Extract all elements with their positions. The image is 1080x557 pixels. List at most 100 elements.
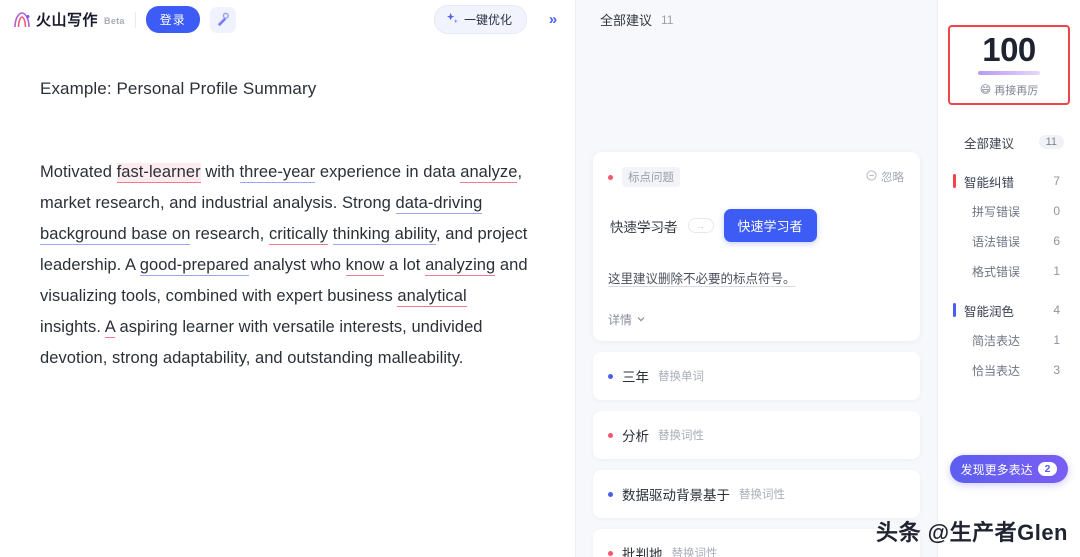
arrow-right-icon: → (687, 218, 714, 233)
document-paragraph[interactable]: Motivated fast-learner with three-year e… (40, 157, 531, 374)
suggestion-item-word: 三年 (622, 370, 649, 385)
sparkle-icon (446, 12, 459, 28)
suggestion-list-item[interactable]: 数据驱动背景基于 替换词性 (593, 470, 920, 518)
brand-name: 火山写作 (36, 12, 99, 29)
collapse-panel-icon[interactable]: » (541, 8, 565, 32)
chevron-down-icon (636, 313, 646, 327)
score-progress-bar (978, 70, 1040, 75)
sidebar-item-count: 0 (1053, 204, 1060, 218)
toolbar-divider (134, 11, 136, 28)
sidebar-item-count: 3 (1053, 363, 1060, 377)
volcano-logo-icon (12, 11, 32, 29)
suggestion-list-item[interactable]: 分析 替换词性 (593, 411, 920, 459)
suggestion-items-container: 三年 替换单词 分析 替换词性 数据驱动背景基于 替换词性 批判地 替换词性 (593, 352, 920, 557)
flagged-text-span[interactable]: analytical (397, 287, 467, 307)
flagged-text-span[interactable]: thinking ability (332, 225, 436, 245)
optimize-label: 一键优化 (463, 13, 512, 27)
severity-dot-icon (608, 432, 613, 438)
discover-badge: 2 (1037, 462, 1058, 476)
sidebar-item-恰当表达[interactable]: 恰当表达 3 (938, 355, 1080, 385)
right-sidebar: 100 😄 再接再厉 全部建议 11 智能纠错 7 拼写错误 0 语法错误 6 格式错误 1 智能润… (938, 0, 1080, 557)
score-card: 100 😄 再接再厉 (948, 25, 1070, 105)
beta-tag: Beta (104, 16, 125, 26)
nav-group-gap (938, 157, 1080, 166)
suggestion-list-item[interactable]: 批判地 替换词性 (593, 529, 920, 557)
sidebar-item-label: 格式错误 (972, 264, 1021, 279)
plain-text-span: experience in data (315, 163, 461, 181)
sidebar-item-全部建议[interactable]: 全部建议 11 (938, 127, 1080, 157)
document-body[interactable]: Example: Personal Profile Summary Motiva… (0, 39, 575, 557)
suggestions-pane: 全部建议 11 标点问题 忽略 快速学习者 → 快速学习者 这里建议删除不必要的… (576, 0, 938, 557)
nav-group-gap (938, 286, 1080, 295)
details-toggle[interactable]: 详情 (608, 311, 904, 328)
flagged-text-span[interactable]: three-year (239, 163, 316, 183)
sidebar-item-label: 语法错误 (972, 234, 1021, 249)
suggestion-item-word: 分析 (622, 429, 649, 444)
sidebar-item-label: 拼写错误 (972, 204, 1021, 219)
severity-dot-icon (608, 491, 613, 497)
sidebar-item-智能润色[interactable]: 智能润色 4 (938, 295, 1080, 325)
sidebar-item-count: 11 (1038, 135, 1064, 149)
details-label: 详情 (608, 313, 633, 327)
flagged-text-span[interactable]: good-prepared (139, 256, 249, 276)
ignore-button[interactable]: 忽略 (866, 169, 904, 185)
suggestions-header-count: 11 (661, 12, 674, 27)
sidebar-item-count: 1 (1053, 264, 1060, 278)
suggestion-item-action: 替换词性 (671, 548, 718, 557)
plain-text-span: research, (190, 225, 269, 243)
sidebar-item-智能纠错[interactable]: 智能纠错 7 (938, 166, 1080, 196)
plain-text-span: with (200, 163, 240, 181)
sidebar-item-简洁表达[interactable]: 简洁表达 1 (938, 325, 1080, 355)
suggestion-item-word: 批判地 (622, 547, 663, 557)
sidebar-item-拼写错误[interactable]: 拼写错误 0 (938, 196, 1080, 226)
flagged-text-span[interactable]: analyze (460, 163, 518, 183)
login-button[interactable]: 登录 (145, 6, 200, 33)
suggestion-list-item[interactable]: 三年 替换单词 (593, 352, 920, 400)
discover-label: 发现更多表达 (960, 462, 1033, 477)
nav-accent-bar (953, 174, 956, 188)
suggestions-header-title: 全部建议 (600, 13, 653, 28)
sidebar-item-label: 恰当表达 (972, 363, 1021, 378)
flagged-text-span[interactable]: analyzing (425, 256, 496, 276)
sidebar-item-label: 智能润色 (964, 304, 1015, 319)
suggestions-header: 全部建议 11 (576, 0, 937, 39)
flagged-text-span[interactable]: critically (268, 225, 329, 245)
sidebar-item-语法错误[interactable]: 语法错误 6 (938, 226, 1080, 256)
flagged-text-span[interactable]: fast-learner (116, 163, 201, 183)
score-caption: 😄 再接再厉 (980, 82, 1038, 98)
magic-wand-icon[interactable] (209, 6, 236, 33)
document-title: Example: Personal Profile Summary (40, 79, 317, 98)
watermark: 头条 @生产者Glen (876, 520, 1068, 545)
sidebar-item-label: 简洁表达 (972, 333, 1021, 348)
smile-emoji-icon: 😄 (979, 84, 992, 96)
discover-more-button[interactable]: 发现更多表达 2 (950, 455, 1068, 483)
active-suggestion-card[interactable]: 标点问题 忽略 快速学习者 → 快速学习者 这里建议删除不必要的标点符号。 详情 (593, 152, 920, 341)
apply-replacement-button[interactable]: 快速学习者 (723, 209, 817, 242)
sidebar-item-count: 4 (1053, 303, 1060, 317)
one-click-optimize-button[interactable]: 一键优化 (433, 5, 527, 34)
severity-dot-icon (608, 174, 613, 180)
suggestion-item-action: 替换词性 (658, 430, 704, 442)
original-text: 快速学习者 (610, 219, 678, 235)
sidebar-item-label: 智能纠错 (964, 175, 1015, 190)
app-root: 火山写作 Beta 登录 一键优化 » Example: Personal Pr… (0, 0, 1080, 557)
sidebar-item-label: 全部建议 (964, 136, 1015, 151)
flagged-text-span[interactable]: know (345, 256, 385, 276)
sidebar-item-count: 6 (1053, 234, 1060, 248)
sidebar-item-count: 7 (1053, 174, 1060, 188)
card-header-row: 标点问题 忽略 (608, 167, 904, 187)
sidebar-item-count: 1 (1053, 333, 1060, 347)
top-toolbar: 火山写作 Beta 登录 一键优化 » (0, 0, 575, 39)
flagged-text-span[interactable]: A (104, 318, 115, 338)
card-correction-row: 快速学习者 → 快速学习者 (608, 209, 904, 242)
sidebar-nav: 全部建议 11 智能纠错 7 拼写错误 0 语法错误 6 格式错误 1 智能润色 4 简洁表达 1 恰当表达… (938, 127, 1080, 385)
suggestions-list: 标点问题 忽略 快速学习者 → 快速学习者 这里建议删除不必要的标点符号。 详情… (576, 39, 937, 557)
ignore-label: 忽略 (881, 172, 904, 184)
brand-logo: 火山写作 Beta (12, 9, 125, 30)
nav-accent-bar (953, 303, 956, 317)
plain-text-span: insights. (40, 318, 105, 336)
plain-text-span: Motivated (40, 163, 117, 181)
severity-dot-icon (608, 373, 613, 379)
sidebar-item-格式错误[interactable]: 格式错误 1 (938, 256, 1080, 286)
suggestion-description: 这里建议删除不必要的标点符号。 (608, 272, 796, 286)
